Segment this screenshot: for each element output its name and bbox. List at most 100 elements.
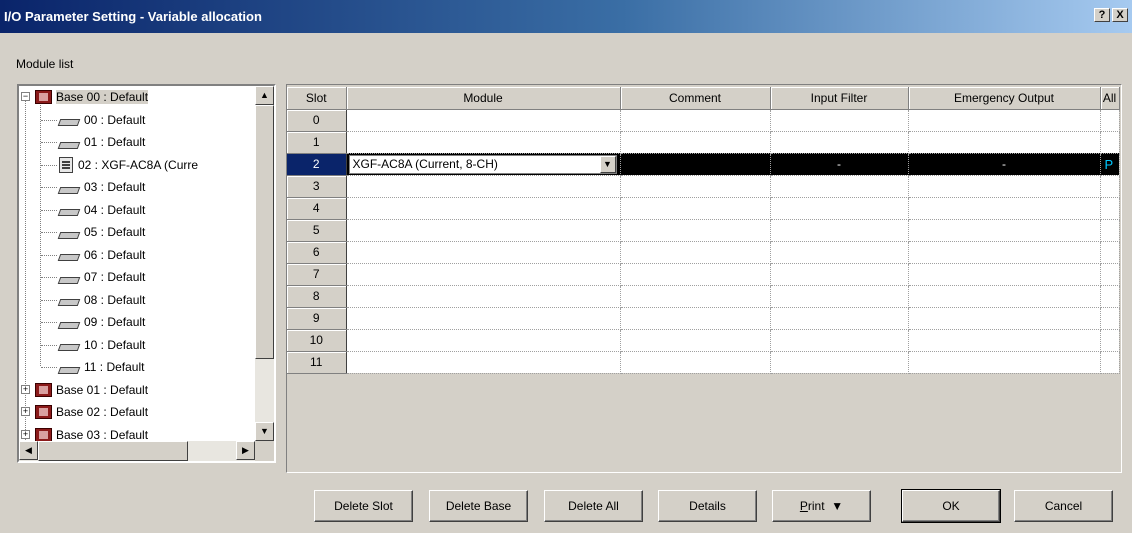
grid-row[interactable]: 9 [287,307,1120,330]
tree-item-base[interactable]: − Base 00 : Default [21,86,149,108]
all-cell[interactable] [1100,263,1120,286]
tree-vertical-scrollbar[interactable]: ▲ ▼ [255,86,274,441]
module-cell[interactable] [346,351,621,374]
help-button[interactable]: ? [1094,8,1110,22]
scroll-down-arrow-icon[interactable]: ▼ [255,422,274,441]
slot-cell[interactable]: 7 [287,263,347,286]
header-comment[interactable]: Comment [620,87,771,110]
slot-cell[interactable]: 10 [287,329,347,352]
module-select[interactable]: XGF-AC8A (Current, 8-CH) ▼ [348,154,617,174]
comment-cell[interactable] [620,197,771,220]
module-cell[interactable] [346,285,621,308]
module-cell[interactable] [346,329,621,352]
tree-item-slot[interactable]: 03 : Default [41,176,145,198]
tree-item-slot[interactable]: 01 : Default [41,131,145,153]
grid-row[interactable]: 3 [287,175,1120,198]
delete-base-button[interactable]: Delete Base [429,490,528,522]
grid-row[interactable]: 8 [287,285,1120,308]
scroll-left-arrow-icon[interactable]: ◀ [19,441,38,460]
module-cell[interactable] [346,109,621,132]
emergency-output-cell[interactable] [908,219,1101,242]
tree-item-slot[interactable]: 08 : Default [41,289,145,311]
tree-horizontal-scroll-thumb[interactable] [38,441,188,461]
header-module[interactable]: Module [346,87,621,110]
comment-cell[interactable] [620,285,771,308]
tree-vertical-scroll-thumb[interactable] [255,105,274,359]
tree-item-slot[interactable]: 11 : Default [41,356,144,378]
tree-item-slot[interactable]: 09 : Default [41,311,145,333]
tree-item-base[interactable]: + Base 02 : Default [21,401,148,423]
grid-row[interactable]: 2 XGF-AC8A (Current, 8-CH) ▼ - - P [287,153,1120,176]
input-filter-cell[interactable] [770,285,909,308]
grid-row[interactable]: 0 [287,109,1120,132]
tree-item-base[interactable]: + Base 01 : Default [21,379,148,401]
slot-cell[interactable]: 11 [287,351,347,374]
tree-item-slot[interactable]: 07 : Default [41,266,145,288]
comment-cell[interactable] [620,219,771,242]
tree-item-slot[interactable]: 05 : Default [41,221,145,243]
input-filter-cell[interactable]: - [770,153,909,176]
details-button[interactable]: Details [658,490,757,522]
slot-cell[interactable]: 2 [287,153,347,176]
expand-icon[interactable]: + [21,429,30,439]
collapse-icon[interactable]: − [21,92,30,101]
tree-item-slot[interactable]: 10 : Default [41,334,145,356]
emergency-output-cell[interactable] [908,307,1101,330]
grid-row[interactable]: 1 [287,131,1120,154]
slot-grid[interactable]: Slot Module Comment Input Filter Emergen… [286,84,1122,473]
all-cell[interactable] [1100,175,1120,198]
comment-cell[interactable] [620,109,771,132]
comment-cell[interactable] [620,329,771,352]
emergency-output-cell[interactable] [908,329,1101,352]
module-cell[interactable] [346,263,621,286]
emergency-output-cell[interactable] [908,197,1101,220]
input-filter-cell[interactable] [770,351,909,374]
header-input-filter[interactable]: Input Filter [770,87,909,110]
module-cell[interactable] [346,219,621,242]
emergency-output-cell[interactable] [908,351,1101,374]
input-filter-cell[interactable] [770,329,909,352]
all-cell[interactable] [1100,307,1120,330]
scroll-right-arrow-icon[interactable]: ▶ [236,441,255,460]
header-all[interactable]: All [1100,87,1120,110]
input-filter-cell[interactable] [770,263,909,286]
all-cell[interactable] [1100,197,1120,220]
emergency-output-cell[interactable] [908,263,1101,286]
module-cell[interactable] [346,175,621,198]
expand-icon[interactable]: + [21,384,30,394]
dropdown-arrow-icon[interactable]: ▼ [599,155,616,173]
tree-item-slot[interactable]: 02 : XGF-AC8A (Curre [41,154,198,176]
input-filter-cell[interactable] [770,307,909,330]
module-cell[interactable] [346,197,621,220]
input-filter-cell[interactable] [770,197,909,220]
comment-cell[interactable] [620,263,771,286]
module-cell[interactable]: XGF-AC8A (Current, 8-CH) ▼ [346,153,621,176]
module-cell[interactable] [346,241,621,264]
emergency-output-cell[interactable] [908,241,1101,264]
all-cell[interactable] [1100,219,1120,242]
emergency-output-cell[interactable] [908,175,1101,198]
emergency-output-cell[interactable] [908,285,1101,308]
all-cell[interactable] [1100,351,1120,374]
slot-cell[interactable]: 1 [287,131,347,154]
module-cell[interactable] [346,131,621,154]
emergency-output-cell[interactable]: - [908,153,1101,176]
all-cell[interactable] [1100,109,1120,132]
slot-cell[interactable]: 9 [287,307,347,330]
module-tree[interactable]: − Base 00 : Default 00 : Default 01 : Defau… [17,84,276,463]
tree-item-slot[interactable]: 04 : Default [41,199,145,221]
input-filter-cell[interactable] [770,219,909,242]
ok-button[interactable]: OK [901,489,1001,523]
comment-cell[interactable] [620,307,771,330]
input-filter-cell[interactable] [770,241,909,264]
input-filter-cell[interactable] [770,131,909,154]
close-button[interactable]: X [1112,8,1128,22]
slot-cell[interactable]: 6 [287,241,347,264]
grid-row[interactable]: 6 [287,241,1120,264]
emergency-output-cell[interactable] [908,109,1101,132]
slot-cell[interactable]: 0 [287,109,347,132]
all-cell[interactable] [1100,241,1120,264]
input-filter-cell[interactable] [770,109,909,132]
slot-cell[interactable]: 4 [287,197,347,220]
grid-row[interactable]: 5 [287,219,1120,242]
